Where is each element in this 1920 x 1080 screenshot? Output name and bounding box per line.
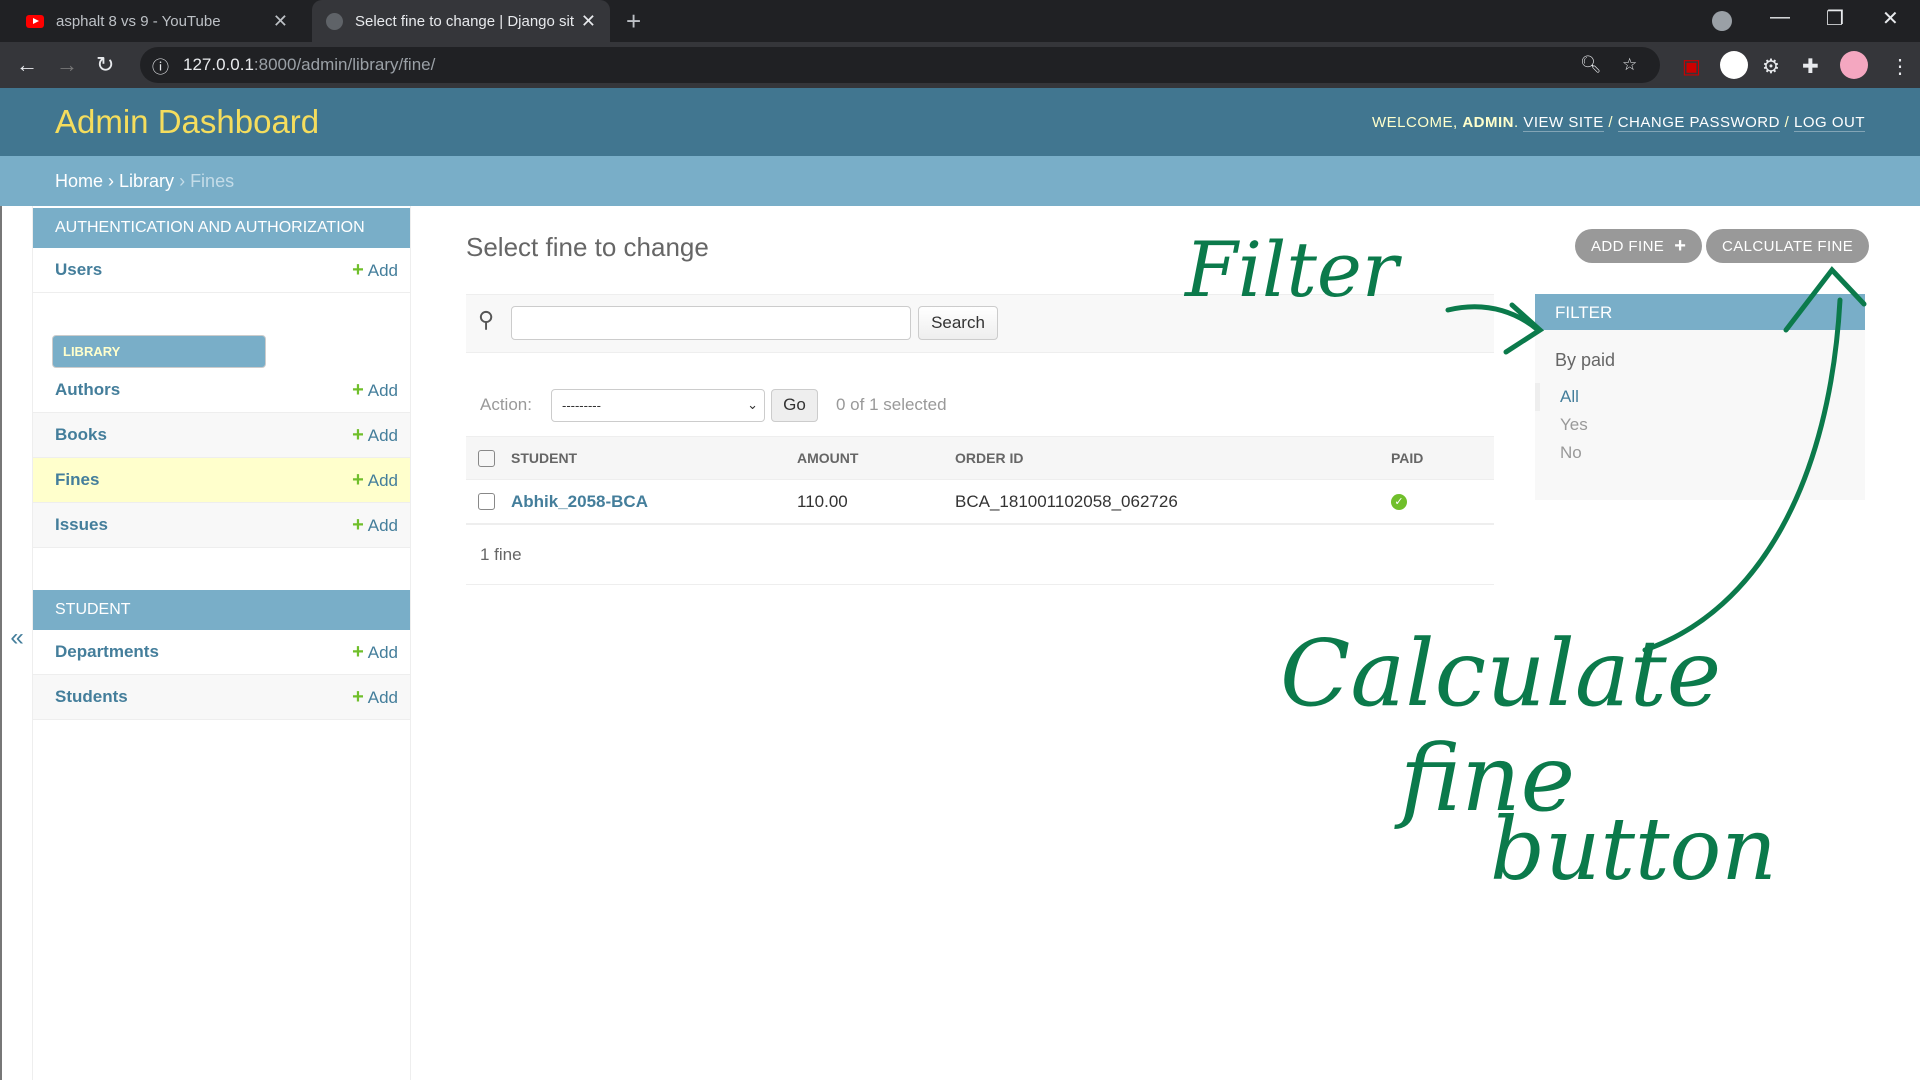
annotation-calculate: Calculate — [1280, 620, 1722, 727]
annotation-button: button — [1490, 800, 1777, 900]
annotation-filter: Filter — [1185, 225, 1399, 314]
calculate-arrow — [1642, 266, 1867, 653]
annotation-arrows — [1445, 266, 1867, 653]
filter-arrow — [1445, 302, 1545, 355]
